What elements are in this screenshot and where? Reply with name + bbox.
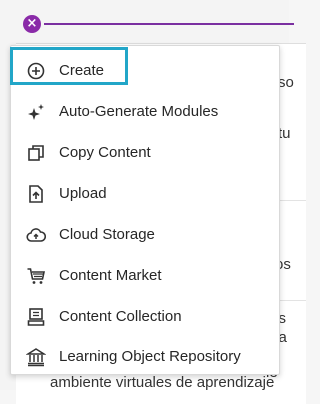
- menu-item-upload[interactable]: Upload: [11, 174, 279, 214]
- add-content-menu: Create Auto-Generate Modules Copy Conten…: [10, 45, 280, 375]
- menu-item-label: Create: [59, 62, 105, 79]
- menu-item-copy-content[interactable]: Copy Content: [11, 133, 279, 173]
- close-icon[interactable]: ×: [23, 15, 41, 33]
- menu-item-label: Upload: [59, 185, 107, 202]
- cart-icon: [26, 266, 46, 286]
- copy-icon: [26, 143, 46, 163]
- menu-item-label: Content Collection: [59, 308, 182, 325]
- upload-icon: [26, 184, 46, 204]
- repository-icon: [26, 347, 46, 367]
- sparkle-icon: [26, 102, 46, 122]
- menu-item-label: Auto-Generate Modules: [59, 103, 219, 120]
- collection-icon: [26, 307, 46, 327]
- menu-item-label: Copy Content: [59, 144, 151, 161]
- menu-item-auto-generate-modules[interactable]: Auto-Generate Modules: [11, 92, 279, 132]
- menu-item-cloud-storage[interactable]: Cloud Storage: [11, 215, 279, 255]
- menu-item-label: Content Market: [59, 267, 162, 284]
- menu-item-label: Learning Object Repository: [59, 348, 241, 365]
- plus-circle-icon: [26, 61, 46, 81]
- menu-item-content-collection[interactable]: Content Collection: [11, 297, 279, 337]
- menu-item-label: Cloud Storage: [59, 226, 155, 243]
- background-text: so: [278, 74, 294, 91]
- menu-item-learning-object-repository[interactable]: Learning Object Repository: [11, 337, 279, 377]
- insert-divider-line: [44, 23, 294, 25]
- menu-item-content-market[interactable]: Content Market: [11, 256, 279, 296]
- cloud-upload-icon: [26, 225, 46, 245]
- menu-item-create[interactable]: Create: [10, 47, 279, 91]
